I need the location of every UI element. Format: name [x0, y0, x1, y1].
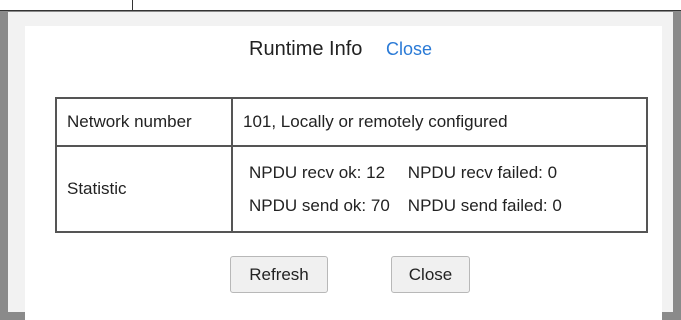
npdu-recv-ok: NPDU recv ok: 12 — [249, 162, 386, 182]
statistic-label: Statistic — [55, 145, 233, 233]
network-number-label: Network number — [55, 97, 233, 147]
close-button[interactable]: Close — [391, 256, 470, 293]
refresh-button[interactable]: Refresh — [230, 256, 328, 293]
background-column-divider — [132, 0, 133, 11]
dialog-title: Runtime Info — [249, 38, 363, 60]
dialog-actions: Refresh Close — [0, 256, 681, 294]
background-page-strip — [0, 0, 681, 10]
dialog-header: Runtime Info Close — [0, 38, 681, 61]
npdu-recv-failed: NPDU recv failed: 0 — [407, 162, 558, 182]
npdu-send-ok: NPDU send ok: 70 — [249, 195, 390, 215]
network-number-value: 101, Locally or remotely configured — [231, 97, 648, 147]
npdu-send-failed: NPDU send failed: 0 — [407, 195, 562, 215]
statistic-grid: NPDU recv ok: 12 NPDU recv failed: 0 NPD… — [243, 163, 636, 216]
table-row: Statistic NPDU recv ok: 12 NPDU recv fai… — [55, 145, 648, 233]
statistic-values: NPDU recv ok: 12 NPDU recv failed: 0 NPD… — [231, 145, 648, 233]
background-divider — [0, 10, 681, 11]
runtime-info-table: Network number 101, Locally or remotely … — [55, 97, 648, 233]
header-close-link[interactable]: Close — [386, 39, 432, 60]
table-row: Network number 101, Locally or remotely … — [55, 97, 648, 147]
